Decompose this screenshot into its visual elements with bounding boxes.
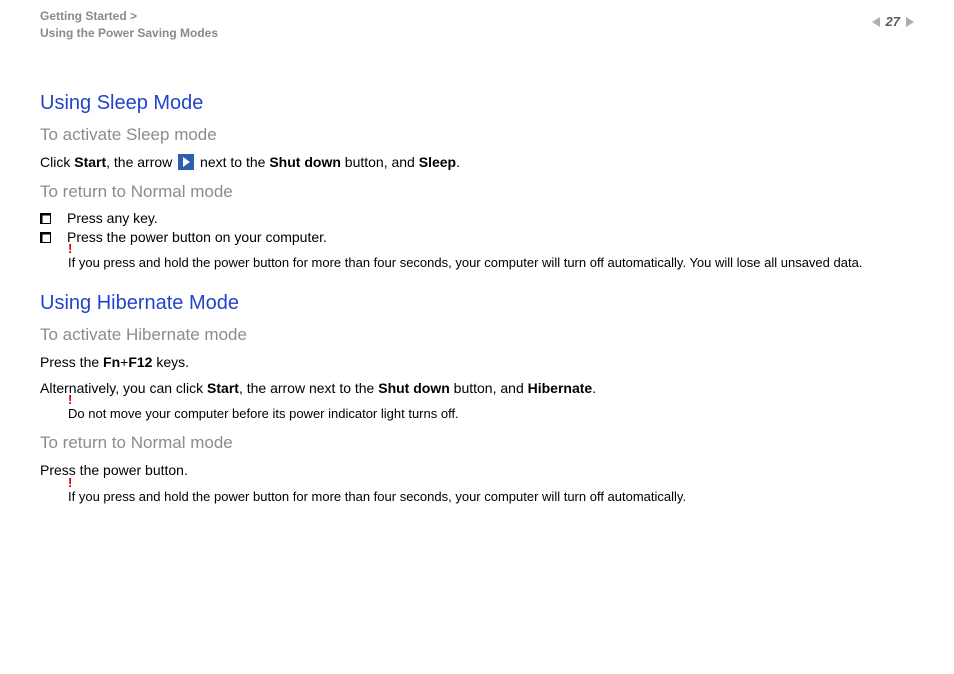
text: button, and — [341, 154, 419, 170]
text: next to the — [196, 154, 269, 170]
text: , the arrow — [106, 154, 176, 170]
bullet-icon — [40, 232, 51, 243]
subheading-activate-sleep: To activate Sleep mode — [40, 125, 914, 145]
page-content: Using Sleep Mode To activate Sleep mode … — [0, 42, 954, 506]
text: . — [456, 154, 460, 170]
arrow-icon — [178, 154, 194, 170]
list-item: Press any key. — [40, 210, 914, 226]
page-number: 27 — [886, 14, 900, 29]
bullet-text: Press the power button on your computer. — [67, 229, 914, 245]
page-header: Getting Started > Using the Power Saving… — [0, 0, 954, 42]
bold-f12: F12 — [128, 354, 152, 370]
heading-sleep-mode: Using Sleep Mode — [40, 92, 914, 115]
text: keys. — [152, 354, 189, 370]
bullet-text: Press any key. — [67, 210, 914, 226]
warning-icon: ! — [68, 241, 72, 256]
warning-text: If you press and hold the power button f… — [68, 489, 686, 506]
breadcrumb[interactable]: Getting Started > Using the Power Saving… — [40, 8, 218, 42]
para-return-hibernate: Press the power button. — [40, 461, 914, 481]
para-activate-hibernate-menu: Alternatively, you can click Start, the … — [40, 379, 914, 399]
page-nav: 27 — [872, 14, 914, 29]
bold-shutdown: Shut down — [269, 154, 341, 170]
warning-icon: ! — [68, 475, 72, 490]
bold-shutdown: Shut down — [378, 380, 450, 396]
breadcrumb-line1[interactable]: Getting Started > — [40, 8, 218, 25]
bullet-list-sleep-return: Press any key. Press the power button on… — [40, 210, 914, 245]
warning-note-hibernate-move: ! Do not move your computer before its p… — [68, 406, 914, 423]
text: Press the — [40, 354, 103, 370]
warning-note-hibernate-hold: ! If you press and hold the power button… — [68, 489, 914, 506]
bold-start: Start — [74, 154, 106, 170]
bold-hibernate: Hibernate — [528, 380, 593, 396]
warning-text: Do not move your computer before its pow… — [68, 406, 459, 423]
prev-page-icon[interactable] — [872, 17, 880, 27]
bold-sleep: Sleep — [419, 154, 456, 170]
warning-note-sleep: ! If you press and hold the power button… — [68, 255, 914, 272]
para-activate-sleep: Click Start, the arrow next to the Shut … — [40, 153, 914, 173]
para-activate-hibernate-keys: Press the Fn+F12 keys. — [40, 353, 914, 373]
subheading-return-normal-hibernate: To return to Normal mode — [40, 433, 914, 453]
bold-start: Start — [207, 380, 239, 396]
breadcrumb-line2[interactable]: Using the Power Saving Modes — [40, 25, 218, 42]
text: . — [592, 380, 596, 396]
warning-icon: ! — [68, 392, 72, 407]
heading-hibernate-mode: Using Hibernate Mode — [40, 292, 914, 315]
subheading-return-normal-sleep: To return to Normal mode — [40, 182, 914, 202]
subheading-activate-hibernate: To activate Hibernate mode — [40, 325, 914, 345]
text: Click — [40, 154, 74, 170]
warning-text: If you press and hold the power button f… — [68, 255, 862, 272]
text: Alternatively, you can click — [40, 380, 207, 396]
next-page-icon[interactable] — [906, 17, 914, 27]
text: , the arrow next to the — [239, 380, 378, 396]
bold-fn: Fn — [103, 354, 120, 370]
text: button, and — [450, 380, 528, 396]
bullet-icon — [40, 213, 51, 224]
list-item: Press the power button on your computer. — [40, 229, 914, 245]
